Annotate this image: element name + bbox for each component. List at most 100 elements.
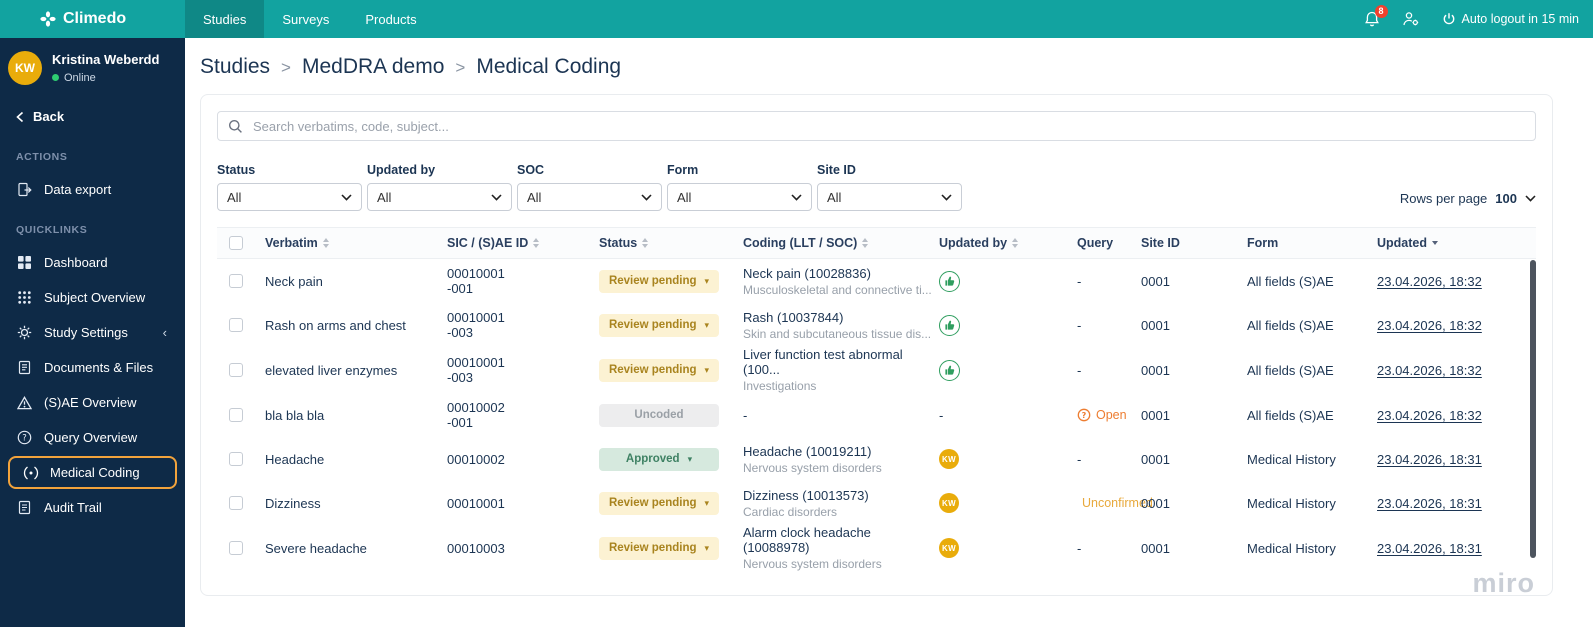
table-row: bla bla bla 00010002 -001 Uncoded - - ? Op… (217, 393, 1536, 437)
row-checkbox[interactable] (229, 363, 243, 377)
col-verbatim[interactable]: Verbatim (265, 236, 447, 250)
filter-soc-select[interactable]: All (517, 183, 662, 211)
rows-per-page[interactable]: Rows per page 100 (1400, 191, 1536, 211)
notifications-bell-icon[interactable]: 8 (1364, 4, 1388, 28)
nav-surveys[interactable]: Surveys (264, 0, 347, 38)
chevron-down-icon (791, 193, 802, 201)
col-status[interactable]: Status (599, 236, 743, 250)
updated-date-link[interactable]: 23.04.2026, 18:31 (1377, 541, 1482, 556)
row-checkbox[interactable] (229, 541, 243, 555)
updated-date-link[interactable]: 23.04.2026, 18:31 (1377, 496, 1482, 511)
updated-date-link[interactable]: 23.04.2026, 18:32 (1377, 318, 1482, 333)
chevron-down-icon: ▾ (704, 497, 710, 508)
query-cell: - (1077, 451, 1082, 467)
sae-id-cell: 00010003 (447, 540, 505, 556)
nav-studies[interactable]: Studies (185, 0, 265, 38)
sidebar-item-label: Dashboard (44, 255, 108, 270)
status-badge[interactable]: Review pending ▾ (599, 491, 719, 515)
user-profile: KW Kristina Weberdd Online (0, 38, 185, 97)
status-badge[interactable]: Approved ▾ (599, 447, 719, 471)
form-cell: All fields (S)AE (1247, 273, 1334, 289)
sidebar: KW Kristina Weberdd Online Back ACTIONS … (0, 38, 185, 627)
sidebar-item-medical-coding[interactable]: Medical Coding (8, 456, 177, 489)
updated-date-link[interactable]: 23.04.2026, 18:31 (1377, 452, 1482, 467)
sidebar-item-subject-overview[interactable]: Subject Overview (0, 280, 185, 315)
status-badge[interactable]: Review pending ▾ (599, 269, 719, 293)
col-updated-by[interactable]: Updated by (939, 236, 1077, 250)
auto-coded-icon (939, 359, 960, 381)
chevron-down-icon (491, 193, 502, 201)
col-coding[interactable]: Coding (LLT / SOC) (743, 236, 939, 250)
search-input[interactable] (253, 118, 1525, 134)
status-badge[interactable]: Review pending ▾ (599, 536, 719, 560)
filter-form-select[interactable]: All (667, 183, 812, 211)
row-checkbox[interactable] (229, 496, 243, 510)
updated-date-link[interactable]: 23.04.2026, 18:32 (1377, 408, 1482, 423)
select-all-checkbox[interactable] (229, 236, 243, 250)
dashboard-icon (16, 255, 33, 270)
table-row: Dizziness 00010001 Review pending ▾ Dizzi… (217, 481, 1536, 525)
scrollbar-thumb[interactable] (1530, 260, 1536, 558)
status-badge[interactable]: Review pending ▾ (599, 358, 719, 382)
verbatim-cell: Severe headache (265, 540, 367, 556)
col-query[interactable]: Query (1077, 236, 1141, 250)
svg-text:?: ? (22, 434, 27, 444)
filter-status-label: Status (217, 163, 256, 177)
chevron-left-icon[interactable]: ‹ (163, 325, 177, 340)
sidebar-item-audit-trail[interactable]: Audit Trail (0, 490, 185, 525)
form-cell: All fields (S)AE (1247, 362, 1334, 378)
power-icon (1442, 12, 1456, 26)
col-site-id[interactable]: Site ID (1141, 236, 1247, 250)
col-sae-id[interactable]: SIC / (S)AE ID (447, 236, 599, 250)
topbar-right: 8 Auto logout in 15 min (1364, 0, 1593, 38)
sidebar-item-dashboard[interactable]: Dashboard (0, 245, 185, 280)
admin-user-icon[interactable] (1402, 11, 1420, 27)
updated-date-link[interactable]: 23.04.2026, 18:32 (1377, 363, 1482, 378)
nav-products[interactable]: Products (347, 0, 434, 38)
filter-updatedby-select[interactable]: All (367, 183, 512, 211)
sae-id-cell: 00010002 -001 (447, 400, 505, 430)
document-icon (16, 360, 33, 375)
verbatim-cell: bla bla bla (265, 407, 325, 423)
sidebar-item-data-export[interactable]: Data export (0, 172, 185, 207)
row-checkbox[interactable] (229, 318, 243, 332)
chevron-down-icon (941, 193, 952, 201)
updated-date-link[interactable]: 23.04.2026, 18:32 (1377, 274, 1482, 289)
rows-per-page-label: Rows per page (1399, 191, 1488, 206)
row-checkbox[interactable] (229, 452, 243, 466)
filter-siteid-select[interactable]: All (817, 183, 962, 211)
query-unconfirmed[interactable]: !Unconfirmed (1077, 496, 1153, 510)
sidebar-item-sae-overview[interactable]: (S)AE Overview (0, 385, 185, 420)
sidebar-item-query-overview[interactable]: ? Query Overview (0, 420, 185, 455)
updated-by-avatar: KW (939, 493, 959, 513)
svg-text:?: ? (1082, 411, 1087, 420)
table-row: Rash on arms and chest 00010001 -003 Revi… (217, 303, 1536, 347)
col-updated[interactable]: Updated (1377, 236, 1536, 250)
coding-table: Verbatim SIC / (S)AE ID Status Coding (L… (217, 227, 1536, 579)
filter-status-select[interactable]: All (217, 183, 362, 211)
climedo-flower-icon (40, 11, 56, 27)
query-cell: - (1077, 317, 1082, 333)
col-form[interactable]: Form (1247, 236, 1377, 250)
filter-soc-label: SOC (517, 163, 545, 177)
row-checkbox[interactable] (229, 408, 243, 422)
auto-logout-timer: Auto logout in 15 min (1442, 12, 1579, 26)
chevron-down-icon (641, 193, 652, 201)
climedo-logo[interactable]: Climedo (0, 0, 185, 38)
online-status-dot (52, 74, 59, 82)
query-open[interactable]: ? Open (1077, 408, 1141, 422)
row-checkbox[interactable] (229, 274, 243, 288)
sidebar-item-label: Query Overview (44, 430, 138, 445)
sidebar-item-study-settings[interactable]: Study Settings ‹ (0, 315, 185, 350)
brand-name: Climedo (63, 10, 127, 27)
breadcrumb-study-name[interactable]: MedDRA demo (302, 55, 444, 79)
top-navigation: Studies Surveys Products (185, 0, 435, 38)
subjects-grid-icon (16, 290, 33, 305)
avatar: KW (8, 51, 42, 85)
sidebar-item-documents-files[interactable]: Documents & Files (0, 350, 185, 385)
status-badge[interactable]: Review pending ▾ (599, 313, 719, 337)
chevron-down-icon: ▾ (687, 453, 693, 464)
back-button[interactable]: Back (0, 97, 185, 134)
breadcrumb-studies[interactable]: Studies (200, 55, 270, 79)
sort-desc-icon (1432, 241, 1438, 245)
